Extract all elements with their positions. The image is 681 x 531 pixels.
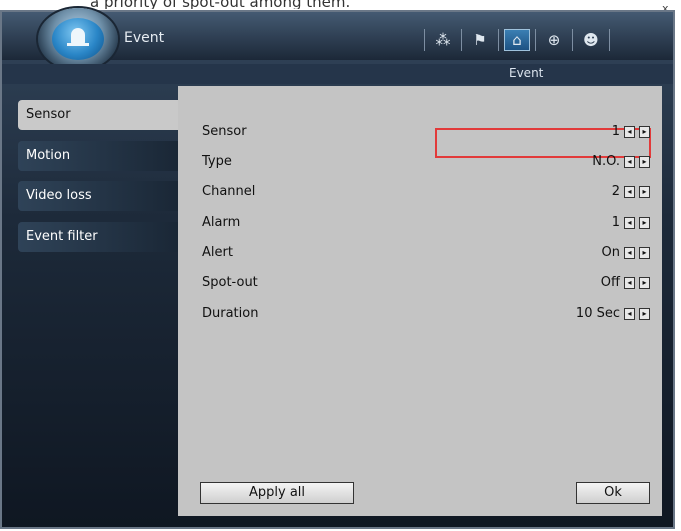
setting-row-duration: Duration 10 Sec ◂ ▸: [202, 306, 650, 326]
event-logo-icon: [38, 8, 118, 70]
top-caption: a priority of spot-out among them.: [90, 0, 351, 9]
increase-arrow-icon[interactable]: ▸: [639, 308, 650, 320]
setting-label: Spot-out: [202, 275, 258, 290]
decrease-arrow-icon[interactable]: ◂: [624, 247, 635, 259]
setting-label: Type: [202, 154, 232, 169]
setup-spark-icon[interactable]: ⁂: [430, 29, 456, 51]
setting-row-type: Type N.O. ◂ ▸: [202, 154, 650, 174]
users-icon[interactable]: ☻: [578, 29, 604, 51]
settings-panel: Sensor 1 ◂ ▸ Type N.O. ◂ ▸ Channel 2 ◂ ▸…: [178, 86, 662, 516]
setting-label: Alert: [202, 245, 233, 260]
flag-icon[interactable]: ⚑: [467, 29, 493, 51]
sidebar-item-sensor[interactable]: Sensor: [18, 100, 178, 130]
setting-row-channel: Channel 2 ◂ ▸: [202, 184, 650, 204]
sidebar-item-motion[interactable]: Motion: [18, 141, 178, 171]
decrease-arrow-icon[interactable]: ◂: [624, 308, 635, 320]
breadcrumb: Event: [509, 66, 544, 80]
setting-label: Channel: [202, 184, 256, 199]
ok-button[interactable]: Ok: [576, 482, 650, 504]
setting-label: Duration: [202, 306, 259, 321]
setting-label: Alarm: [202, 215, 241, 230]
event-window: Event ⁂ ⚑ ⌂ ⊕ ☻ Event Sensor Motion Vide…: [0, 8, 675, 529]
decrease-arrow-icon[interactable]: ◂: [624, 277, 635, 289]
apply-all-button[interactable]: Apply all: [200, 482, 354, 504]
network-globe-icon[interactable]: ⊕: [541, 29, 567, 51]
setting-value[interactable]: 2: [612, 184, 620, 199]
event-bell-icon[interactable]: ⌂: [504, 29, 530, 51]
increase-arrow-icon[interactable]: ▸: [639, 247, 650, 259]
header-bar: Event ⁂ ⚑ ⌂ ⊕ ☻: [2, 8, 673, 70]
setting-row-spot-out: Spot-out Off ◂ ▸: [202, 275, 650, 295]
setting-row-alert: Alert On ◂ ▸: [202, 245, 650, 265]
decrease-arrow-icon[interactable]: ◂: [624, 126, 635, 138]
increase-arrow-icon[interactable]: ▸: [639, 217, 650, 229]
decrease-arrow-icon[interactable]: ◂: [624, 186, 635, 198]
setting-value[interactable]: N.O.: [592, 154, 620, 169]
sidebar-item-video-loss[interactable]: Video loss: [18, 181, 178, 211]
setting-value[interactable]: On: [602, 245, 620, 260]
setting-row-sensor: Sensor 1 ◂ ▸: [202, 124, 650, 144]
setting-value[interactable]: 1: [612, 124, 620, 139]
window-title: Event: [124, 30, 165, 46]
breadcrumb-bar: Event: [2, 64, 673, 84]
setting-row-alarm: Alarm 1 ◂ ▸: [202, 215, 650, 235]
increase-arrow-icon[interactable]: ▸: [639, 277, 650, 289]
sidebar-item-event-filter[interactable]: Event filter: [18, 222, 178, 252]
increase-arrow-icon[interactable]: ▸: [639, 126, 650, 138]
decrease-arrow-icon[interactable]: ◂: [624, 217, 635, 229]
toolbar: ⁂ ⚑ ⌂ ⊕ ☻: [419, 26, 615, 54]
setting-value[interactable]: 10 Sec: [576, 306, 620, 321]
setting-label: Sensor: [202, 124, 247, 139]
setting-value[interactable]: Off: [601, 275, 620, 290]
increase-arrow-icon[interactable]: ▸: [639, 156, 650, 168]
decrease-arrow-icon[interactable]: ◂: [624, 156, 635, 168]
increase-arrow-icon[interactable]: ▸: [639, 186, 650, 198]
setting-value[interactable]: 1: [612, 215, 620, 230]
